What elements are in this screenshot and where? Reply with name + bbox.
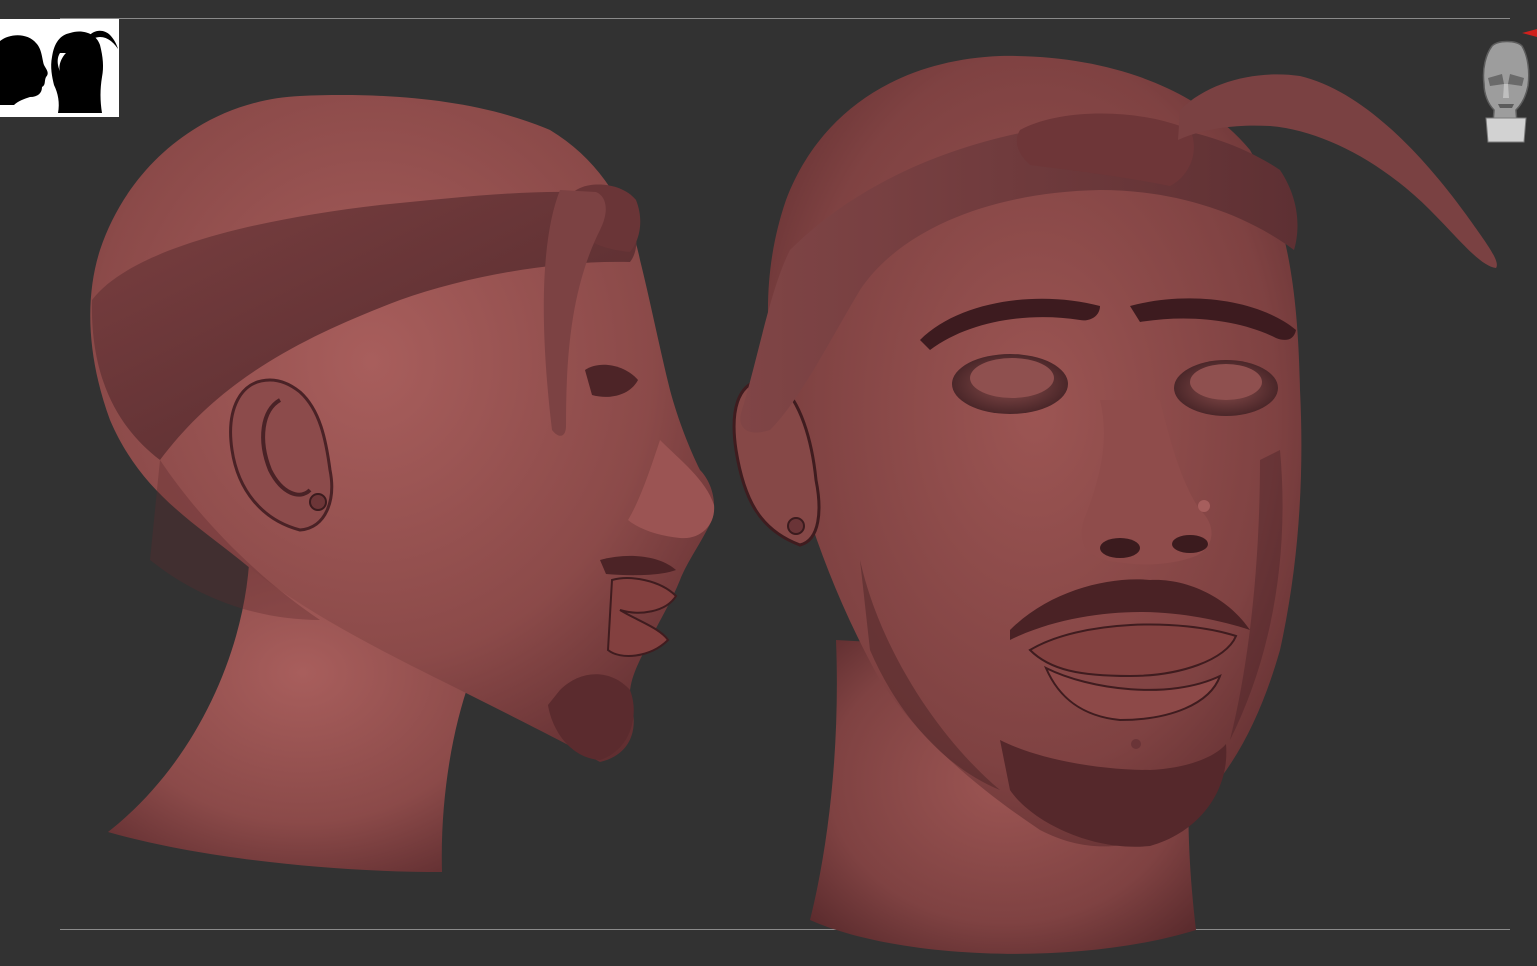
sculpt-canvas[interactable]: [0, 0, 1537, 966]
nose-ring-front: [1198, 500, 1210, 512]
document-viewport[interactable]: [0, 0, 1537, 966]
earring-front: [787, 517, 805, 535]
red-indicator: [1522, 24, 1537, 37]
gizmo-head-icon: [1482, 40, 1530, 143]
head-front-view[interactable]: [732, 55, 1497, 954]
navigation-gizmo[interactable]: [1478, 38, 1534, 144]
lip-ring-front: [1131, 739, 1141, 749]
red-triangle-icon: [1522, 29, 1537, 37]
head-side-view[interactable]: [90, 95, 715, 872]
earring-side: [309, 493, 327, 511]
